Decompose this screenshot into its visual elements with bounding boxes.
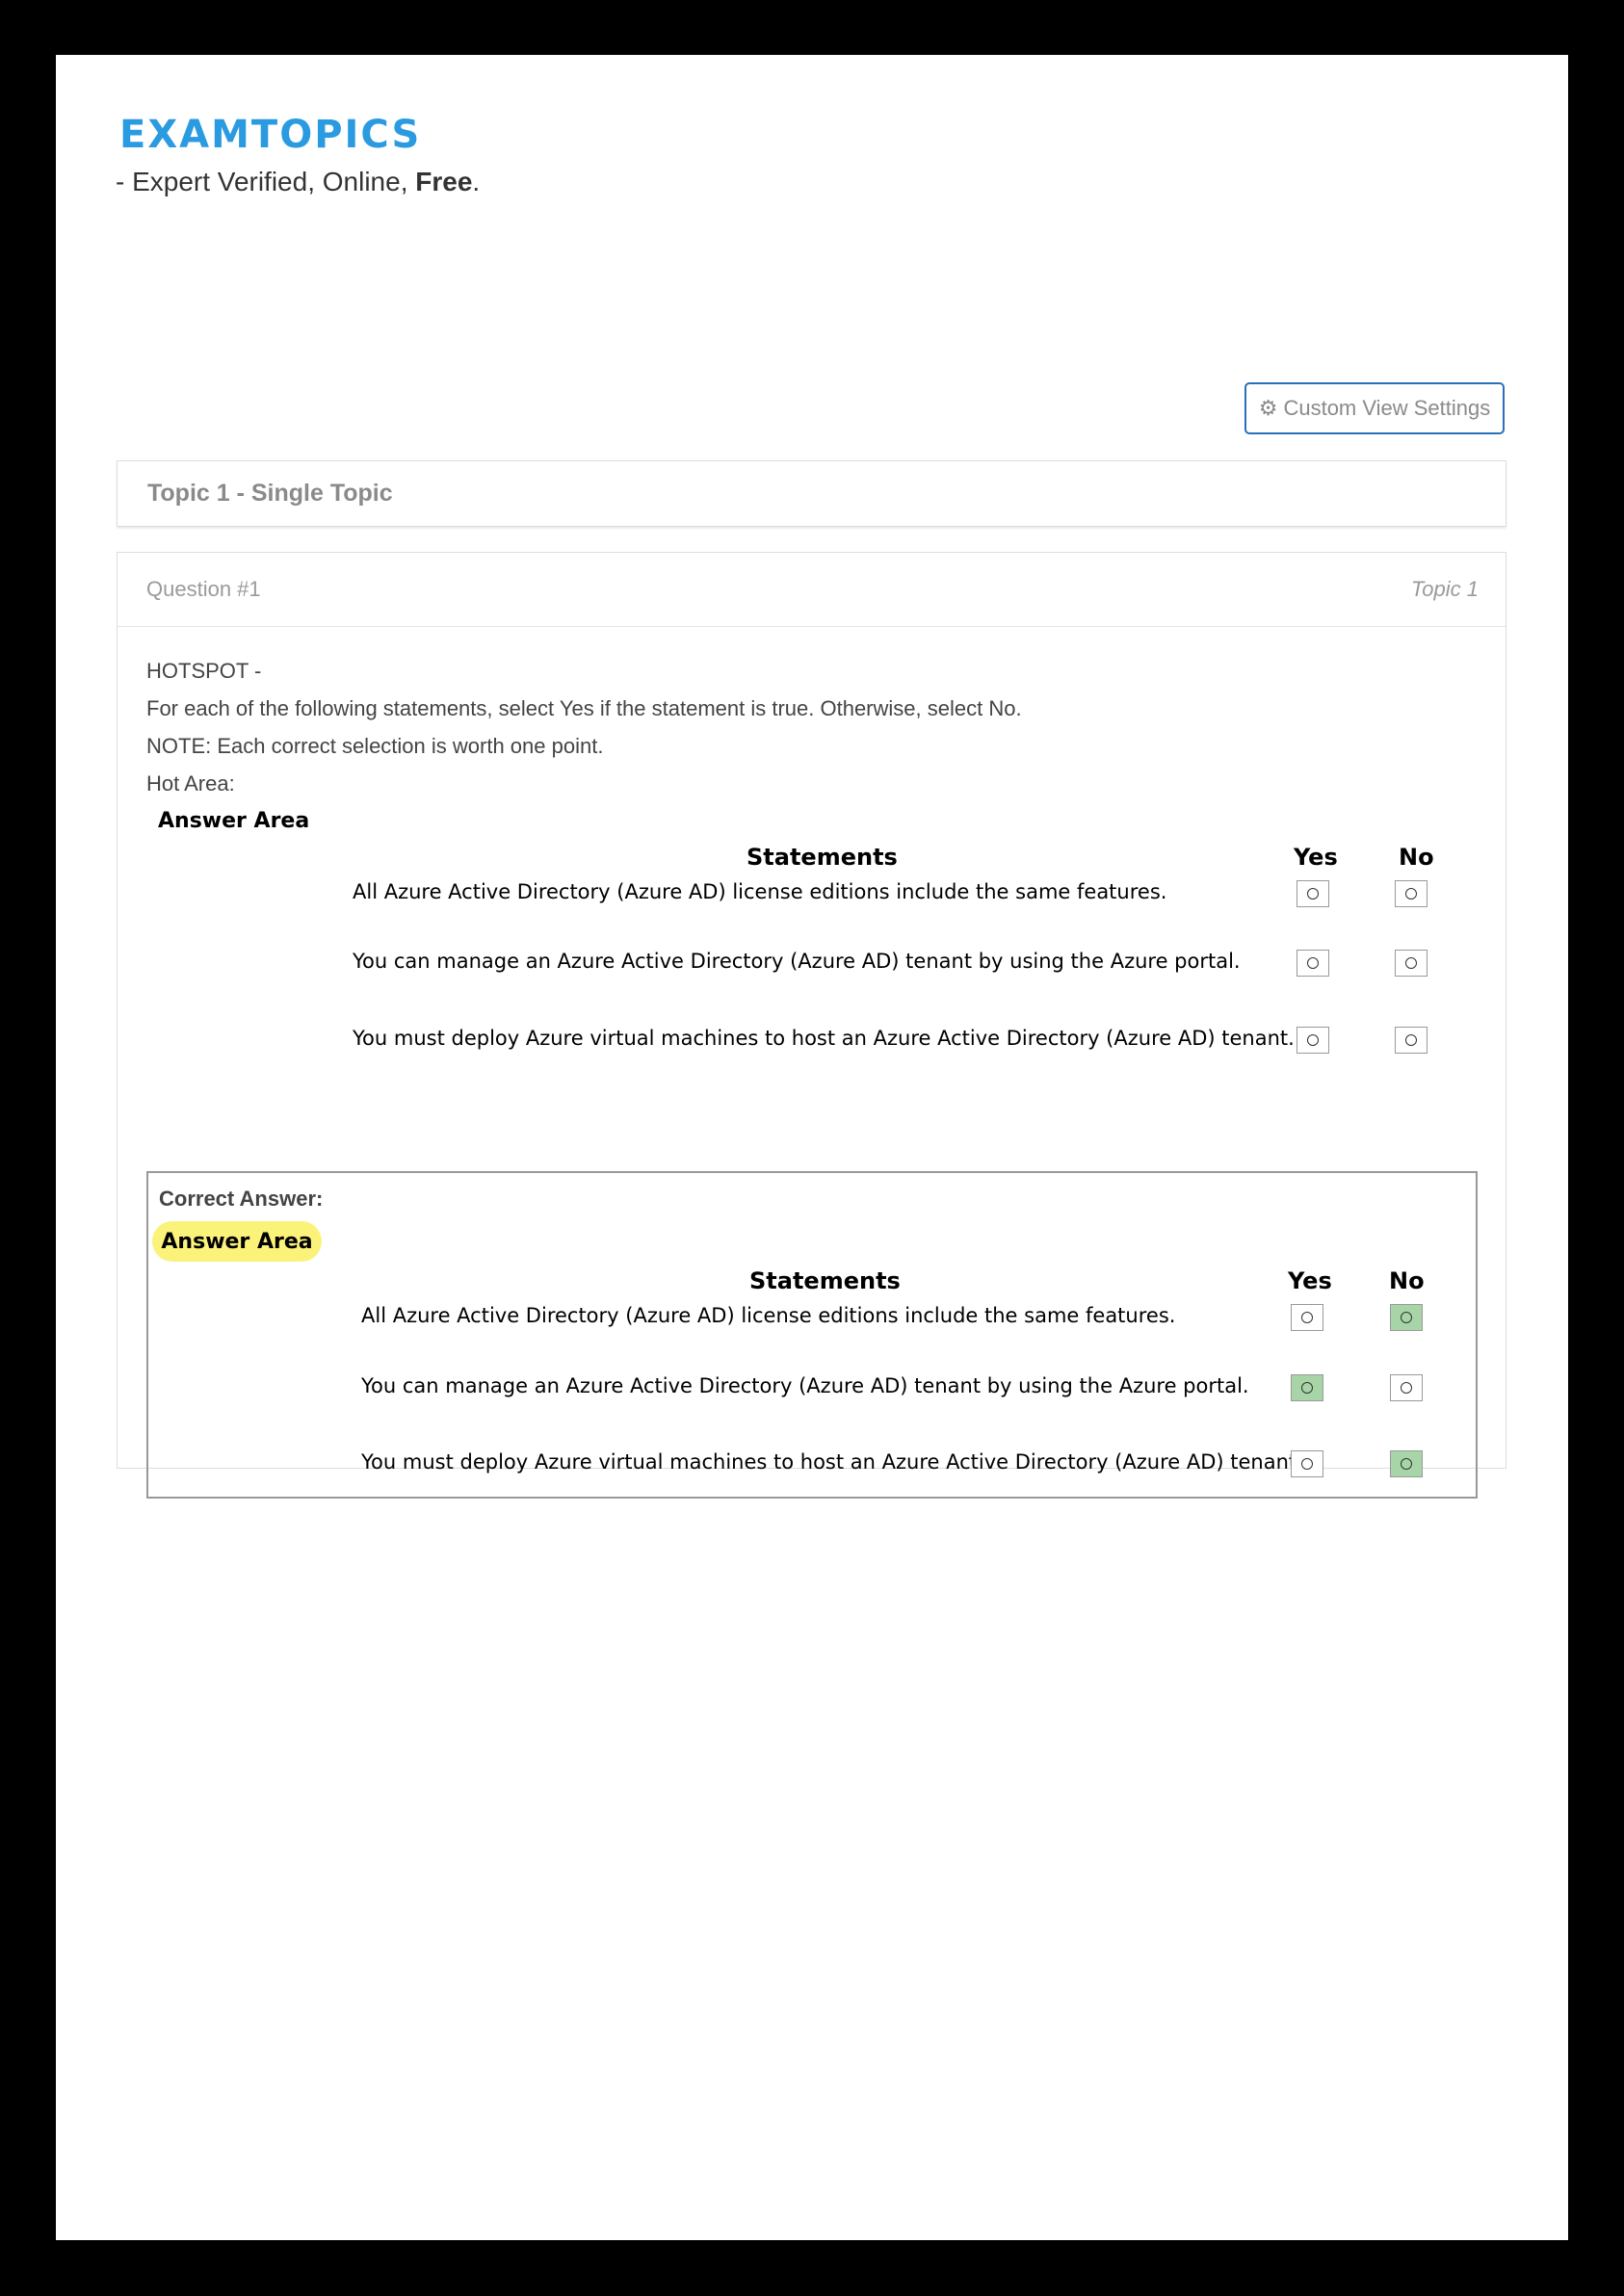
tagline: - Expert Verified, Online, Free.: [116, 167, 480, 197]
statements-header: Statements: [747, 844, 898, 871]
no-radio-selected: [1390, 1304, 1423, 1331]
page: EXAMTOPICS - Expert Verified, Online, Fr…: [56, 55, 1568, 2240]
statement-text: All Azure Active Directory (Azure AD) li…: [361, 1304, 1176, 1327]
yes-radio-selected: [1291, 1374, 1323, 1401]
radio-circle-icon: [1307, 1034, 1319, 1046]
question-header: Question #1 Topic 1: [118, 553, 1506, 627]
radio-circle-icon: [1301, 1458, 1313, 1470]
statement-text: You must deploy Azure virtual machines t…: [361, 1450, 1303, 1474]
no-header: No: [1389, 1267, 1425, 1294]
radio-circle-icon: [1401, 1382, 1412, 1394]
topic-header: Topic 1 - Single Topic: [117, 460, 1506, 527]
statement-text: You can manage an Azure Active Directory…: [353, 950, 1241, 973]
answer-area-header: Statements Yes No: [146, 842, 1476, 880]
question-body: HOTSPOT - For each of the following stat…: [146, 657, 1476, 1065]
correct-answer-area: Statements Yes No All Azure Active Direc…: [148, 1265, 1476, 1489]
no-radio[interactable]: [1395, 880, 1428, 907]
radio-circle-icon: [1401, 1458, 1412, 1470]
correct-answer-label: Correct Answer:: [159, 1187, 324, 1211]
question-line: Hot Area:: [146, 771, 235, 796]
question-line: HOTSPOT -: [146, 659, 262, 683]
statement-text: All Azure Active Directory (Azure AD) li…: [353, 880, 1167, 903]
correct-statement-row: You must deploy Azure virtual machines t…: [148, 1450, 1476, 1489]
yes-radio[interactable]: [1297, 880, 1329, 907]
question-line: For each of the following statements, se…: [146, 696, 1022, 720]
highlighted-answer-area-title: Answer Area: [152, 1221, 322, 1262]
radio-circle-icon: [1405, 888, 1417, 900]
custom-view-settings-button[interactable]: ⚙ Custom View Settings: [1244, 382, 1505, 434]
yes-radio[interactable]: [1297, 1027, 1329, 1054]
statement-row: All Azure Active Directory (Azure AD) li…: [146, 880, 1476, 950]
correct-statement-row: You can manage an Azure Active Directory…: [148, 1374, 1476, 1450]
correct-answer-header: Statements Yes No: [148, 1265, 1476, 1304]
question-topic: Topic 1: [1410, 577, 1479, 601]
gear-icon: ⚙: [1258, 396, 1278, 420]
no-radio-selected: [1390, 1450, 1423, 1477]
answer-area-title: Answer Area: [158, 809, 310, 833]
radio-circle-icon: [1307, 888, 1319, 900]
tagline-suffix: .: [472, 167, 481, 196]
tagline-bold: Free: [415, 167, 473, 196]
correct-statement-row: All Azure Active Directory (Azure AD) li…: [148, 1304, 1476, 1374]
no-radio[interactable]: [1395, 1027, 1428, 1054]
statements-header: Statements: [749, 1267, 901, 1294]
tagline-text: - Expert Verified, Online,: [116, 167, 416, 196]
yes-radio: [1291, 1450, 1323, 1477]
question-card: Question #1 Topic 1 HOTSPOT - For each o…: [117, 552, 1506, 1499]
radio-circle-icon: [1301, 1312, 1313, 1323]
no-header: No: [1399, 844, 1434, 871]
yes-header: Yes: [1288, 1267, 1332, 1294]
radio-circle-icon: [1405, 1034, 1417, 1046]
radio-circle-icon: [1405, 957, 1417, 969]
hot-area: Answer Area Statements Yes No All Azure …: [146, 807, 1476, 1065]
yes-radio[interactable]: [1297, 950, 1329, 977]
question-line: NOTE: Each correct selection is worth on…: [146, 734, 604, 758]
question-number: Question #1: [146, 577, 261, 601]
no-radio[interactable]: [1395, 950, 1428, 977]
correct-answer-box: Correct Answer: Answer Area Statements Y…: [146, 1171, 1478, 1499]
radio-circle-icon: [1301, 1382, 1313, 1394]
radio-circle-icon: [1401, 1312, 1412, 1323]
custom-view-settings-label: Custom View Settings: [1283, 396, 1491, 420]
statement-text: You must deploy Azure virtual machines t…: [353, 1027, 1295, 1050]
statement-row: You can manage an Azure Active Directory…: [146, 950, 1476, 1027]
yes-header: Yes: [1294, 844, 1338, 871]
statement-row: You must deploy Azure virtual machines t…: [146, 1027, 1476, 1065]
logo-text: EXAMTOPICS: [119, 113, 422, 157]
yes-radio: [1291, 1304, 1323, 1331]
examtopics-logo: EXAMTOPICS: [119, 103, 421, 167]
topic-title: Topic 1 - Single Topic: [147, 480, 393, 507]
no-radio: [1390, 1374, 1423, 1401]
radio-circle-icon: [1307, 957, 1319, 969]
statement-text: You can manage an Azure Active Directory…: [361, 1374, 1249, 1397]
